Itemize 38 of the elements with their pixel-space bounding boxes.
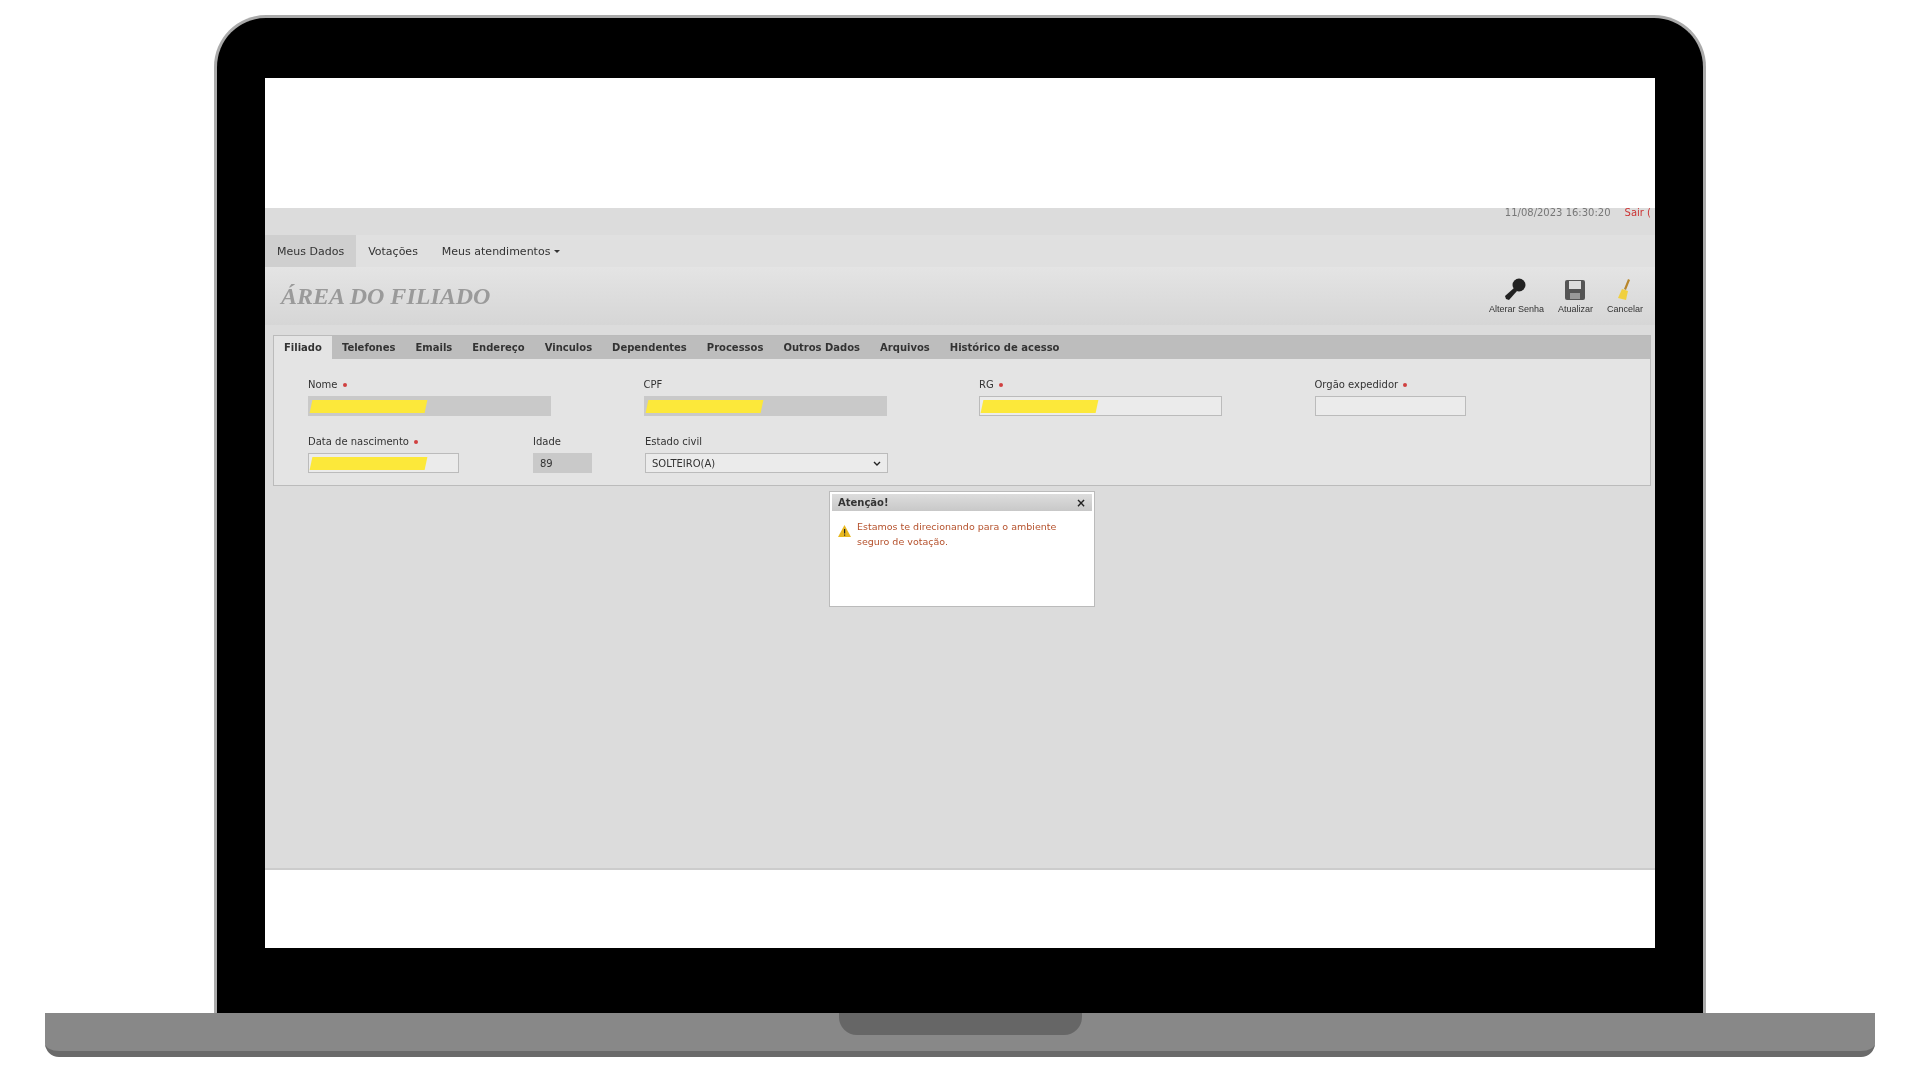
save-icon [1564, 278, 1587, 302]
input-field[interactable] [308, 453, 459, 473]
tab[interactable]: Vinculos [534, 336, 603, 359]
dialog-title: Atenção! [838, 497, 889, 508]
input-field[interactable] [979, 396, 1222, 416]
field-label: Data de nascimento [308, 436, 409, 447]
field-label: Orgão expedidor [1314, 379, 1399, 390]
key-icon [1505, 278, 1528, 302]
field-label: RG [979, 379, 994, 390]
chevron-icon [873, 460, 881, 466]
dialog-message: Estamos te direcionando para o ambiente seguro de votação. [857, 520, 1058, 549]
field-label: Idade [533, 436, 561, 447]
tab[interactable]: Processos [696, 336, 774, 359]
nav-item[interactable]: Meus atendimentos [429, 235, 573, 267]
input-field[interactable] [1314, 396, 1466, 416]
tab[interactable]: Emails [405, 336, 463, 359]
field-label: Nome [308, 379, 338, 390]
logout-link[interactable]: Sair ( [1624, 208, 1651, 218]
nav-item[interactable]: Votações [356, 235, 430, 267]
toolbar-button[interactable]: Alterar Senha [1486, 278, 1546, 314]
tab[interactable]: Outros Dados [773, 336, 871, 359]
tab[interactable]: Filiado [274, 336, 332, 359]
nav-item[interactable]: Meus Dados [265, 235, 357, 267]
tab[interactable]: Dependentes [602, 336, 697, 359]
tab[interactable]: Histórico de acesso [939, 336, 1070, 359]
close-button[interactable]: × [1075, 495, 1086, 510]
tab[interactable]: Arquivos [870, 336, 940, 359]
page-title: ÁREA DO FILIADO [281, 282, 491, 310]
field-label: CPF [643, 379, 663, 390]
select-field[interactable]: SOLTEIRO(A) [645, 453, 888, 473]
last-activity-text: 11/08/2023 16:30:20 [1504, 208, 1611, 218]
warning-icon [838, 525, 851, 537]
tab[interactable]: Telefones [331, 336, 406, 359]
caret-icon [554, 249, 561, 253]
tab[interactable]: Endereço [462, 336, 535, 359]
toolbar-button[interactable]: Atualizar [1555, 278, 1595, 314]
field-label: Estado civil [645, 436, 702, 447]
toolbar-button[interactable]: Cancelar [1604, 278, 1645, 314]
